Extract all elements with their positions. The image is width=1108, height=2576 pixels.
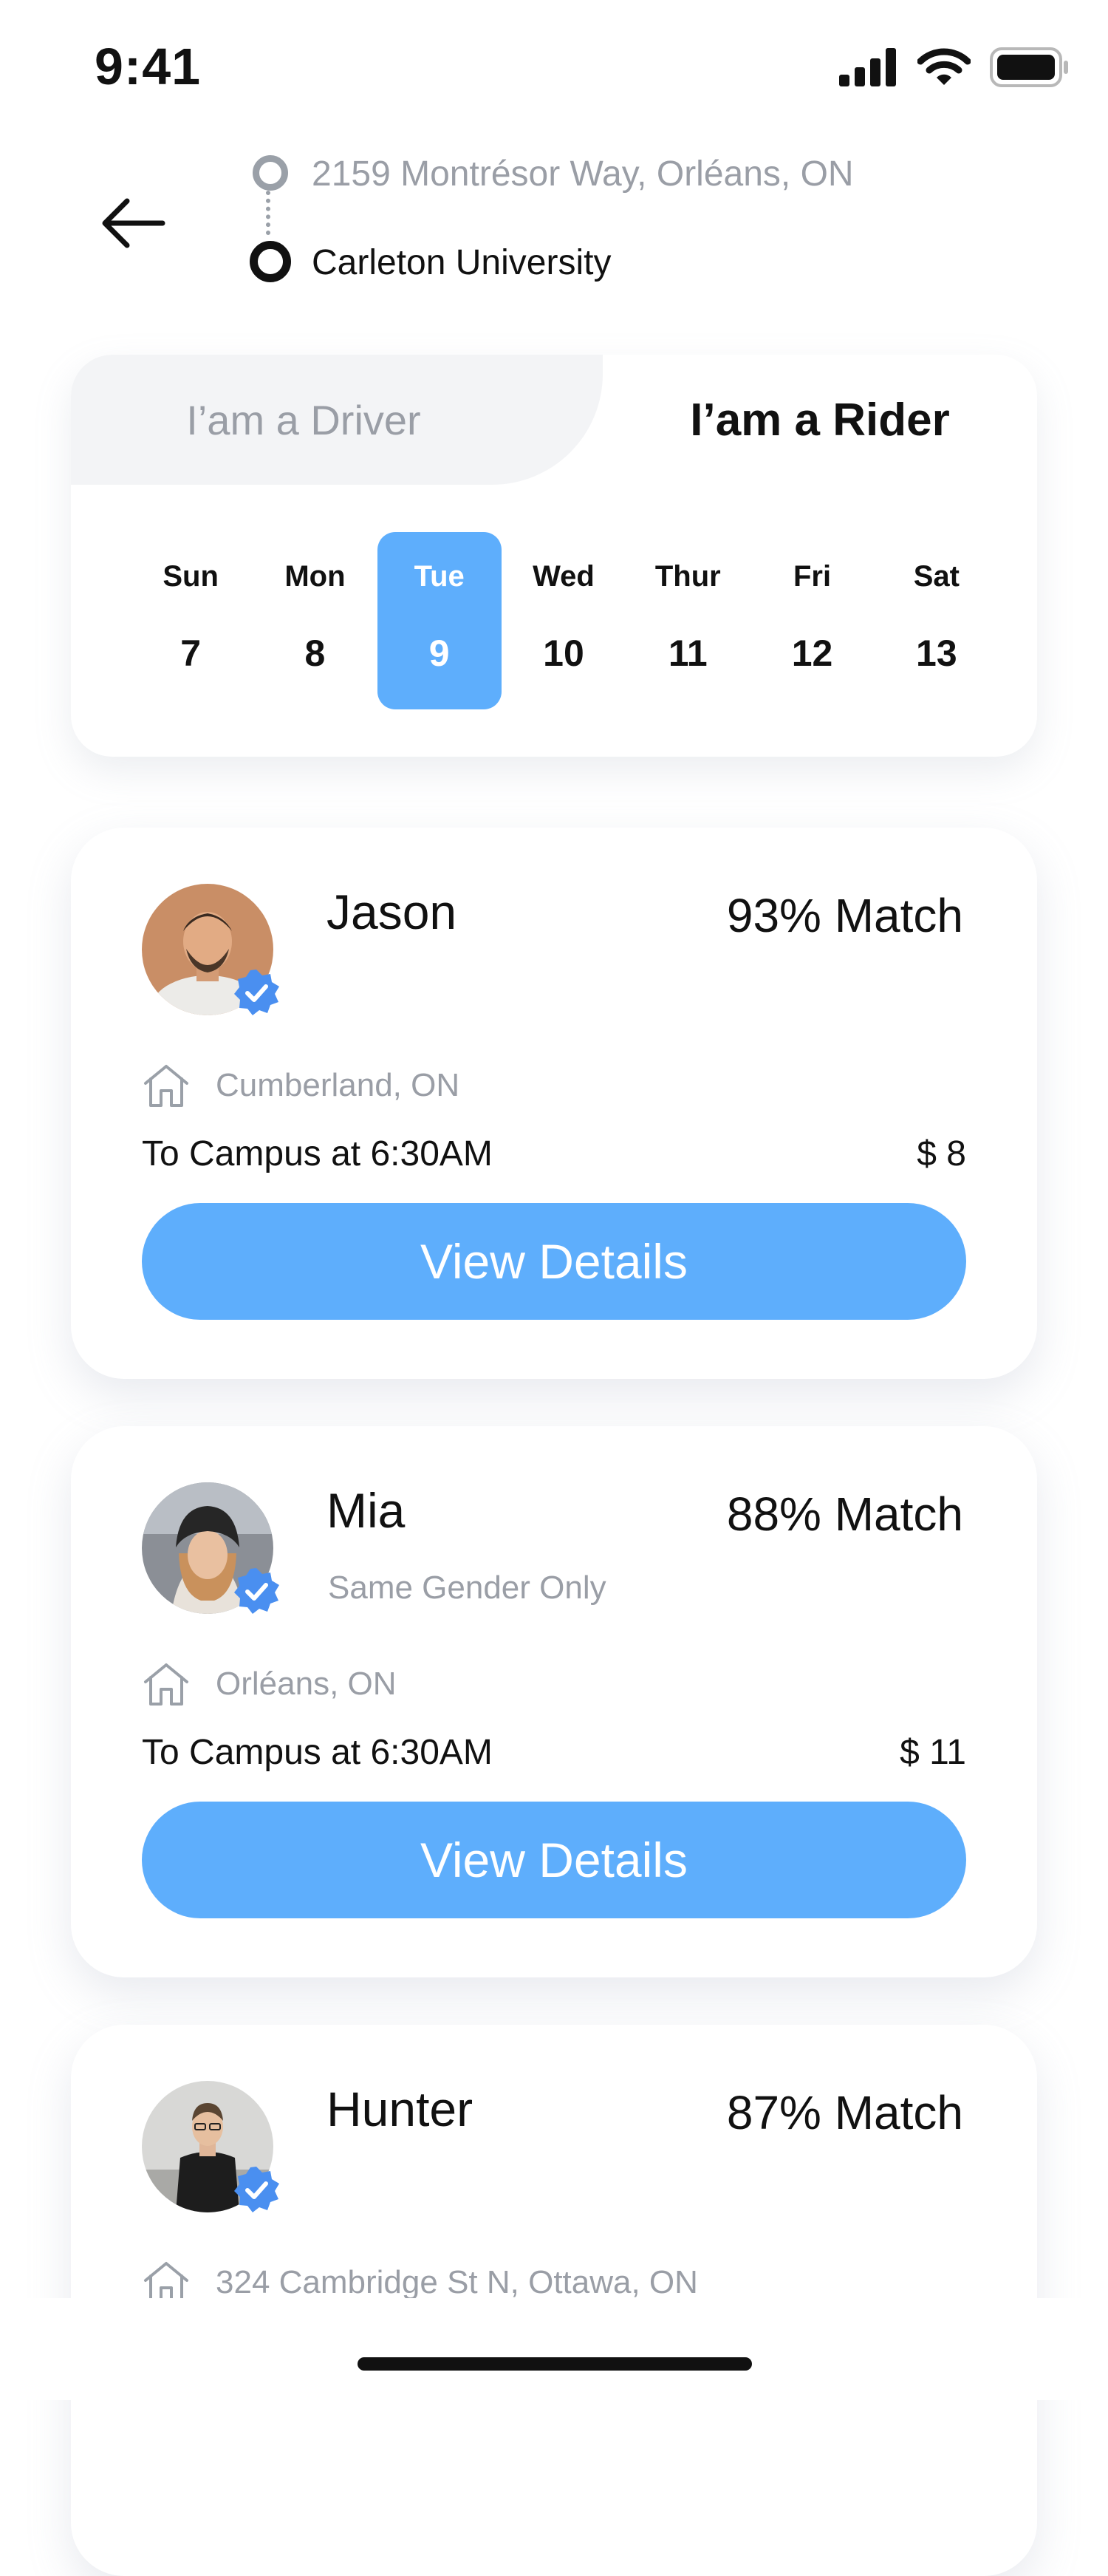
- verified-badge-icon: [234, 1568, 279, 1614]
- day-date: 8: [304, 633, 326, 674]
- destination-marker-icon: [250, 241, 291, 282]
- trip-price: $ 8: [917, 1134, 966, 1173]
- arrow-left-icon: [102, 198, 165, 248]
- ride-card[interactable]: Jason 93% Match Cumberland, ON To Campus…: [71, 828, 1037, 1379]
- trip-price: $ 11: [900, 1733, 966, 1772]
- route-destination: Carleton University: [312, 243, 612, 282]
- tab-driver[interactable]: I’am a Driver: [71, 355, 603, 485]
- route-origin: 2159 Montrésor Way, Orléans, ON: [312, 154, 854, 194]
- house-icon: [144, 1663, 188, 1706]
- pickup-location: Cumberland, ON: [142, 1063, 459, 1108]
- ride-card[interactable]: Mia 88% Match Same Gender Only Orléans, …: [71, 1426, 1037, 1977]
- status-icons: [839, 47, 1070, 87]
- battery-icon: [990, 47, 1068, 87]
- day-name: Fri: [793, 560, 832, 593]
- status-bar: 9:41: [0, 0, 1108, 140]
- day-date: 12: [791, 633, 833, 674]
- match-percentage: 93% Match: [726, 889, 963, 942]
- route-summary[interactable]: 2159 Montrésor Way, Orléans, ON Carleton…: [244, 148, 1056, 296]
- verified-badge-icon: [234, 2167, 279, 2212]
- day-fri[interactable]: Fri 12: [750, 532, 874, 709]
- view-details-button[interactable]: View Details: [142, 1802, 966, 1918]
- day-thur[interactable]: Thur 11: [626, 532, 750, 709]
- bottom-safe-area: [0, 2298, 1108, 2400]
- day-date: 9: [428, 633, 450, 674]
- day-mon[interactable]: Mon 8: [253, 532, 377, 709]
- day-sat[interactable]: Sat 13: [875, 532, 999, 709]
- status-time: 9:41: [95, 38, 202, 95]
- week-selector: Sun 7 Mon 8 Tue 9 Wed 10 Thur 11 Fri 12 …: [129, 532, 999, 709]
- day-date: 10: [543, 633, 584, 674]
- day-sun[interactable]: Sun 7: [129, 532, 253, 709]
- match-percentage: 88% Match: [726, 1488, 963, 1541]
- day-name: Wed: [533, 560, 595, 593]
- day-name: Sun: [163, 560, 219, 593]
- tab-rider[interactable]: I’am a Rider: [603, 355, 1037, 485]
- wifi-icon: [917, 48, 971, 85]
- mode-and-date-card: I’am a Driver I’am a Rider Sun 7 Mon 8 T…: [71, 355, 1037, 757]
- origin-marker-icon: [253, 155, 288, 191]
- location-text: Orléans, ON: [216, 1666, 397, 1702]
- trip-time: To Campus at 6:30AM: [142, 1733, 493, 1772]
- day-name: Thur: [654, 560, 721, 593]
- route-connector: [266, 191, 270, 235]
- day-date: 13: [916, 633, 957, 674]
- day-name: Sat: [913, 560, 960, 593]
- day-date: 7: [180, 633, 202, 674]
- trip-time: To Campus at 6:30AM: [142, 1134, 493, 1173]
- back-button[interactable]: [98, 186, 171, 260]
- day-wed[interactable]: Wed 10: [502, 532, 626, 709]
- cellular-signal-icon: [839, 48, 896, 86]
- location-text: 324 Cambridge St N, Ottawa, ON: [216, 2264, 698, 2300]
- day-name: Tue: [414, 560, 465, 593]
- verified-badge-icon: [234, 970, 279, 1015]
- home-indicator[interactable]: [358, 2357, 752, 2371]
- rider-name: Hunter: [326, 2082, 473, 2136]
- day-tue-selected[interactable]: Tue 9: [377, 532, 502, 709]
- day-name: Mon: [284, 560, 346, 593]
- day-date: 11: [668, 633, 708, 674]
- match-percentage: 87% Match: [726, 2086, 963, 2139]
- rider-name: Mia: [326, 1483, 406, 1538]
- house-icon: [144, 1065, 188, 1107]
- location-text: Cumberland, ON: [216, 1067, 460, 1103]
- view-details-button[interactable]: View Details: [142, 1203, 966, 1320]
- ride-preference: Same Gender Only: [328, 1570, 606, 1606]
- rider-name: Jason: [326, 885, 457, 939]
- pickup-location: Orléans, ON: [142, 1661, 397, 1707]
